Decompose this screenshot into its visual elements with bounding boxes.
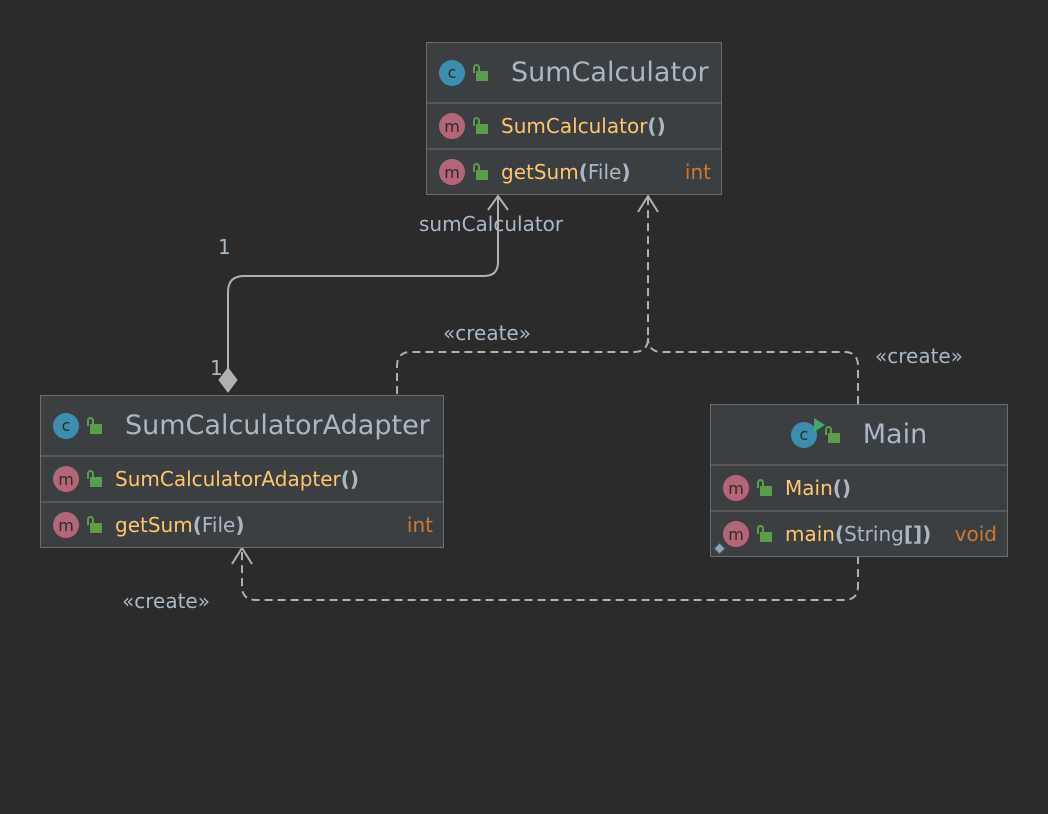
return-type: int [406,513,433,537]
class-name: Main [862,419,928,450]
member-row[interactable]: m Main ( ) [711,464,1007,510]
public-lock-icon [473,163,489,181]
class-header: c SumCalculatorAdapter [41,396,443,455]
param-close: ) [349,467,360,491]
public-lock-icon [757,479,773,497]
member-row[interactable]: m getSum ( File ) int [41,501,443,547]
public-lock-icon [87,416,103,435]
class-icon: c [790,417,825,448]
class-name: SumCalculator [511,57,709,88]
method-name: SumCalculator [501,114,648,138]
public-lock-icon [473,63,489,82]
method-icon: m [53,466,79,492]
method-name: main [785,522,835,546]
public-lock-icon [824,425,841,444]
method-icon: m [713,521,749,555]
param-open: ( [340,467,350,491]
static-icon [713,542,726,555]
create-edge-main-to-calculator [647,337,859,404]
param-close: ) [656,114,666,138]
method-name: getSum [115,513,193,537]
run-icon [813,417,825,432]
param-type: File [201,513,236,537]
param-close: ) [841,476,852,500]
method-icon: m [439,159,465,185]
param-close: []) [903,522,932,546]
multiplicity-target: 1 [218,235,231,259]
member-row[interactable]: m SumCalculatorAdapter ( ) [41,455,443,501]
class-icon: c [439,59,465,86]
create-label-adapter-to-calculator: «create» [443,321,531,345]
class-header: c SumCalculator [427,43,721,102]
class-header: c Main [711,405,1007,464]
public-lock-icon [87,516,103,534]
member-row[interactable]: m main ( String []) void [711,510,1007,556]
member-row[interactable]: m SumCalculator ( ) [427,102,721,148]
method-name: Main [785,476,833,500]
return-type: void [954,522,997,546]
param-close: ) [621,160,631,184]
class-node-sumcalculator[interactable]: c SumCalculator m SumCalculator ( ) m ge… [426,42,722,195]
param-open: ( [647,114,657,138]
method-icon: m [439,113,465,139]
member-row[interactable]: m getSum ( File ) int [427,148,721,194]
return-type: int [684,160,711,184]
public-lock-icon [757,525,773,543]
diagram-canvas: sumCalculator 1 1 «create» «create» «cre… [0,0,1048,814]
class-icon: c [53,412,79,439]
class-node-sumcalculatoradapter[interactable]: c SumCalculatorAdapter m SumCalculatorAd… [40,395,444,548]
param-open: ( [834,522,845,546]
param-open: ( [192,513,202,537]
public-lock-icon [473,117,489,135]
param-open: ( [578,160,588,184]
param-open: ( [832,476,842,500]
role-label-sumcalculator: sumCalculator [419,212,564,236]
method-icon: m [723,475,749,501]
param-type: File [587,160,622,184]
param-close: ) [235,513,245,537]
method-name: getSum [501,160,579,184]
multiplicity-source: 1 [210,356,223,380]
class-name: SumCalculatorAdapter [125,410,430,441]
method-name: SumCalculatorAdapter [115,467,341,491]
create-edge-main-to-adapter [241,550,859,601]
class-node-main[interactable]: c Main m Main ( ) m main ( String []) vo… [710,404,1008,557]
create-label-main-to-adapter: «create» [122,589,210,613]
method-icon: m [53,512,79,538]
create-label-main-to-calculator: «create» [875,344,963,368]
public-lock-icon [87,470,103,488]
param-type: String [844,522,904,546]
